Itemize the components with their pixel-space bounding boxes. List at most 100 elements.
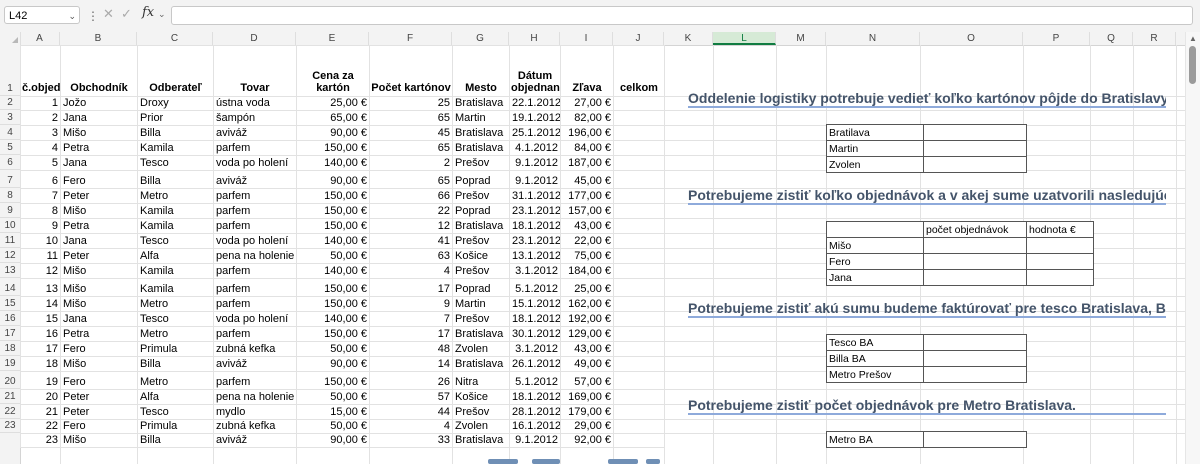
table-cell[interactable] — [613, 419, 665, 434]
table-cell[interactable]: Prešov — [452, 311, 510, 327]
column-header-a[interactable]: A — [20, 32, 60, 45]
table-cell[interactable]: Bratislava — [452, 326, 510, 342]
column-header-k[interactable]: K — [664, 32, 713, 45]
table-cell[interactable]: 150,00 € — [296, 371, 370, 390]
table-cell[interactable] — [613, 278, 665, 297]
table-cell[interactable]: 82,00 € — [560, 110, 614, 126]
table-cell[interactable]: Mišo — [60, 356, 138, 372]
table-cell[interactable]: 43,00 € — [560, 218, 614, 234]
task-corner-cell[interactable] — [826, 221, 924, 238]
table-cell[interactable]: Petra — [60, 218, 138, 234]
table-cell[interactable]: 18.1.2012 — [509, 218, 561, 234]
name-box[interactable]: L42 ⌄ — [4, 6, 80, 24]
task-input-cell[interactable] — [1026, 237, 1094, 254]
table-cell[interactable]: 26.1.2012 — [509, 356, 561, 372]
column-header-cell[interactable]: Dátum objednania — [509, 45, 561, 97]
table-cell[interactable]: 63 — [369, 248, 453, 264]
table-cell[interactable]: Zvolen — [452, 341, 510, 357]
column-header-cell[interactable]: Zľava — [560, 45, 614, 97]
table-cell[interactable]: Peter — [60, 389, 138, 405]
table-cell[interactable]: 18.1.2012 — [509, 389, 561, 405]
table-cell[interactable]: 48 — [369, 341, 453, 357]
table-cell[interactable]: Billa — [137, 356, 214, 372]
table-cell[interactable]: Prešov — [452, 188, 510, 204]
task-row-label[interactable]: Fero — [826, 253, 924, 270]
table-cell[interactable]: Droxy — [137, 96, 214, 111]
table-cell[interactable]: 44 — [369, 404, 453, 420]
sheet-tab-hint[interactable] — [532, 459, 560, 464]
table-cell[interactable]: Billa — [137, 170, 214, 189]
table-cell[interactable]: Tesco — [137, 404, 214, 420]
table-cell[interactable]: Metro — [137, 296, 214, 312]
table-cell[interactable]: Nitra — [452, 371, 510, 390]
task-input-cell[interactable] — [923, 124, 1027, 141]
column-header-r[interactable]: R — [1133, 32, 1176, 45]
table-cell[interactable]: 150,00 € — [296, 188, 370, 204]
table-cell[interactable] — [613, 433, 665, 448]
table-cell[interactable] — [613, 248, 665, 264]
row-header-19[interactable]: 19 — [0, 356, 20, 371]
table-cell[interactable]: 65 — [369, 110, 453, 126]
table-cell[interactable]: 66 — [369, 188, 453, 204]
sheet-tab-hint[interactable] — [646, 459, 660, 464]
task-input-cell[interactable] — [923, 237, 1027, 254]
row-header-20[interactable]: 20 — [0, 371, 20, 389]
insert-function-button[interactable]: fx — [142, 5, 154, 20]
confirm-icon[interactable]: ✓ — [121, 6, 132, 22]
row-header-9[interactable]: 9 — [0, 203, 20, 218]
row-header-8[interactable]: 8 — [0, 188, 20, 203]
table-cell[interactable]: zubná kefka — [213, 341, 297, 357]
table-cell[interactable]: 7 — [20, 188, 61, 204]
table-cell[interactable]: 18.1.2012 — [509, 311, 561, 327]
row-header-16[interactable]: 16 — [0, 311, 20, 326]
table-cell[interactable]: 3.1.2012 — [509, 263, 561, 279]
table-cell[interactable]: 25,00 € — [296, 96, 370, 111]
table-cell[interactable]: 25.1.2012 — [509, 125, 561, 141]
column-header-p[interactable]: P — [1023, 32, 1090, 45]
table-cell[interactable]: 50,00 € — [296, 341, 370, 357]
table-cell[interactable]: parfem — [213, 371, 297, 390]
table-cell[interactable]: Fero — [60, 419, 138, 434]
table-cell[interactable]: 162,00 € — [560, 296, 614, 312]
table-cell[interactable]: pena na holenie — [213, 389, 297, 405]
task-input-cell[interactable] — [923, 269, 1027, 286]
table-cell[interactable]: 5.1.2012 — [509, 278, 561, 297]
task-row-label[interactable]: Mišo — [826, 237, 924, 254]
column-header-i[interactable]: I — [560, 32, 613, 45]
table-cell[interactable]: 17 — [369, 326, 453, 342]
table-cell[interactable]: 22,00 € — [560, 233, 614, 249]
table-cell[interactable]: 150,00 € — [296, 278, 370, 297]
table-cell[interactable]: aviváž — [213, 356, 297, 372]
table-cell[interactable] — [613, 218, 665, 234]
table-cell[interactable]: voda po holení — [213, 233, 297, 249]
table-cell[interactable]: 21 — [20, 404, 61, 420]
table-cell[interactable]: Prior — [137, 110, 214, 126]
table-cell[interactable]: Metro — [137, 371, 214, 390]
table-cell[interactable]: 25 — [369, 96, 453, 111]
table-cell[interactable]: 57 — [369, 389, 453, 405]
table-cell[interactable]: Kamila — [137, 140, 214, 156]
column-header-l[interactable]: L — [713, 32, 776, 45]
table-cell[interactable]: Tesco — [137, 155, 214, 171]
table-cell[interactable]: 16 — [20, 326, 61, 342]
table-cell[interactable]: 9 — [20, 218, 61, 234]
table-cell[interactable]: 33 — [369, 433, 453, 448]
row-header-23[interactable]: 23 — [0, 419, 20, 433]
task-col-header[interactable]: počet objednávok — [923, 221, 1027, 238]
table-cell[interactable]: 50,00 € — [296, 389, 370, 405]
table-cell[interactable]: 84,00 € — [560, 140, 614, 156]
column-header-h[interactable]: H — [509, 32, 560, 45]
table-cell[interactable]: Bratislava — [452, 125, 510, 141]
table-cell[interactable]: 4 — [369, 263, 453, 279]
table-cell[interactable]: Martin — [452, 110, 510, 126]
column-header-cell[interactable]: celkom — [613, 45, 665, 97]
table-cell[interactable]: 50,00 € — [296, 248, 370, 264]
table-cell[interactable]: pena na holenie — [213, 248, 297, 264]
table-cell[interactable]: 140,00 € — [296, 155, 370, 171]
chevron-down-icon[interactable]: ⌄ — [158, 9, 166, 20]
row-header-18[interactable]: 18 — [0, 341, 20, 356]
row-header-12[interactable]: 12 — [0, 248, 20, 263]
row-header-5[interactable]: 5 — [0, 140, 20, 155]
table-cell[interactable] — [613, 203, 665, 219]
column-header-j[interactable]: J — [613, 32, 664, 45]
